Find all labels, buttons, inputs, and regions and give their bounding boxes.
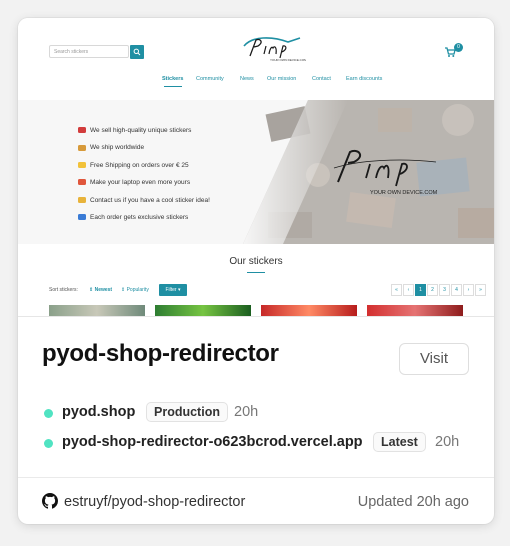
feature-text: We ship worldwide xyxy=(90,144,145,152)
search-input: Search stickers xyxy=(49,45,129,58)
sort-bar: Sort stickers: ⇕ Newest ⇕ Popularity Fil… xyxy=(49,284,486,296)
section-title: Our stickers xyxy=(229,256,283,267)
feature-text: Contact us if you have a cool sticker id… xyxy=(90,196,210,204)
deployment-domain[interactable]: pyod-shop-redirector-o623bcrod.vercel.ap… xyxy=(62,434,363,450)
pager-last: » xyxy=(475,284,486,296)
product-image xyxy=(261,305,357,316)
feature-text: We sell high-quality unique stickers xyxy=(90,127,192,134)
search-icon xyxy=(130,45,144,59)
logo-subtitle: YOUR OWN DEVICE.COM xyxy=(370,190,438,196)
nav-item-our-mission: Our mission xyxy=(267,76,297,82)
cart-count-badge: 0 xyxy=(454,43,463,52)
pager-first: « xyxy=(391,284,402,296)
sort-label: Sort stickers: xyxy=(49,287,78,293)
svg-text:YOUR OWN DEVICE.COM: YOUR OWN DEVICE.COM xyxy=(270,58,306,62)
nav-item-news: News xyxy=(240,76,254,82)
nav-item-contact: Contact xyxy=(312,76,331,82)
visit-button[interactable]: Visit xyxy=(399,343,469,375)
github-icon xyxy=(42,493,58,509)
pager-page: 2 xyxy=(427,284,438,296)
nav-item-community: Community xyxy=(196,76,224,82)
site-header: Search stickers YOUR OWN DEVICE.COM 0 St… xyxy=(18,18,494,101)
project-name[interactable]: pyod-shop-redirector xyxy=(42,340,279,368)
product-image xyxy=(155,305,251,316)
feature-text: Make your laptop even more yours xyxy=(90,179,191,187)
divider xyxy=(18,477,494,478)
nav-active-indicator xyxy=(164,86,182,87)
sort-popularity: ⇕ Popularity xyxy=(121,287,149,293)
lightning-icon xyxy=(78,162,86,169)
product-image xyxy=(49,305,145,316)
pager-page: 1 xyxy=(415,284,426,296)
hero-banner: We sell high-quality unique stickers We … xyxy=(18,100,494,244)
nav-item-earn-discounts: Earn discounts xyxy=(346,76,383,82)
feature-text: Each order gets exclusive stickers xyxy=(90,213,189,221)
pager-page: 4 xyxy=(451,284,462,296)
pimp-logo: YOUR OWN DEVICE.COM xyxy=(243,37,306,62)
title-underline xyxy=(247,272,265,273)
project-card[interactable]: Search stickers YOUR OWN DEVICE.COM 0 St… xyxy=(18,18,494,524)
product-image xyxy=(367,305,463,316)
feature-text: Free Shipping on orders over € 25 xyxy=(90,161,189,169)
deployment-age: 20h xyxy=(234,404,259,420)
pager-prev: ‹ xyxy=(403,284,414,296)
status-ready-icon xyxy=(44,439,53,448)
nav-item-stickers: Stickers xyxy=(162,76,184,82)
site-nav: Stickers Community News Our mission Cont… xyxy=(18,76,494,86)
pager-page: 3 xyxy=(439,284,450,296)
deployment-preview[interactable]: Search stickers YOUR OWN DEVICE.COM 0 St… xyxy=(18,18,494,317)
sort-newest: ⇕ Newest xyxy=(89,287,113,293)
new-icon xyxy=(78,214,86,221)
pager-next: › xyxy=(463,284,474,296)
status-ready-icon xyxy=(44,409,53,418)
updated-timestamp: Updated 20h ago xyxy=(357,494,469,510)
smiley-icon xyxy=(78,196,86,203)
heart-icon xyxy=(78,127,86,134)
filter-button: Filter ▾ xyxy=(159,284,187,296)
banner-features: We sell high-quality unique stickers We … xyxy=(78,122,210,226)
latest-badge: Latest xyxy=(373,432,426,452)
production-badge: Production xyxy=(146,402,228,422)
product-thumbnails xyxy=(49,305,469,316)
deployment-domain[interactable]: pyod.shop xyxy=(62,404,135,420)
deployment-age: 20h xyxy=(435,434,460,450)
repository-name[interactable]: estruyf/pyod-shop-redirector xyxy=(64,494,245,510)
devil-icon xyxy=(78,179,86,186)
pimp-big-logo: YOUR OWN DEVICE.COM xyxy=(333,150,438,196)
package-icon xyxy=(78,144,86,151)
